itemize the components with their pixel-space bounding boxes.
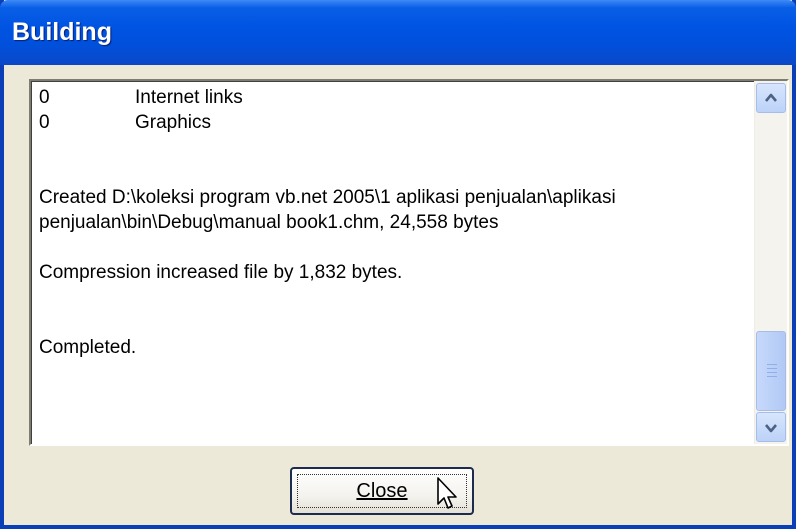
stat-row: 0 Internet links (39, 85, 747, 110)
stat-count: 0 (39, 112, 50, 133)
grip-icon (767, 364, 777, 378)
compression-line: Compression increased file by 1,832 byte… (39, 262, 403, 283)
building-dialog: Building 0 Internet links 0 Graphics Creat… (0, 0, 796, 529)
stat-row: 0 Graphics (39, 110, 747, 135)
stat-count: 0 (39, 87, 50, 108)
window-title: Building (12, 18, 112, 46)
chevron-up-icon (765, 93, 777, 102)
status-line: Completed. (39, 337, 137, 358)
scroll-down-button[interactable] (756, 412, 786, 442)
stat-label: Internet links (135, 87, 243, 108)
build-log-textbox[interactable]: 0 Internet links 0 Graphics Created D:\kol… (29, 79, 789, 446)
stat-label: Graphics (135, 112, 212, 133)
vertical-scrollbar[interactable] (754, 81, 787, 444)
scroll-up-button[interactable] (756, 83, 786, 113)
title-bar[interactable]: Building (0, 0, 796, 65)
created-file-line-1: Created D:\koleksi program vb.net 2005\1… (39, 187, 616, 208)
chevron-down-icon (765, 424, 777, 433)
mouse-cursor-icon (437, 477, 457, 509)
build-log-content: 0 Internet links 0 Graphics Created D:\kol… (39, 85, 747, 360)
scroll-thumb[interactable] (756, 331, 786, 411)
created-file-line-2: penjualan\bin\Debug\manual book1.chm, 24… (39, 212, 499, 233)
